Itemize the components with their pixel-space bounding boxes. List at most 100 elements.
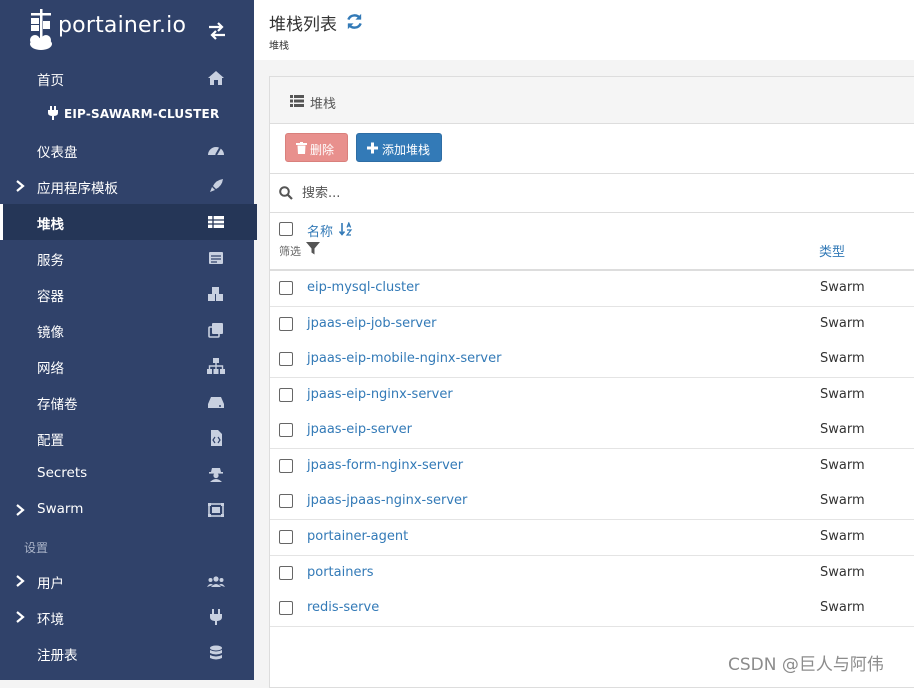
table-row: redis-serve Swarm (270, 591, 914, 627)
settings-section-label: 设置 (24, 541, 49, 555)
row-checkbox[interactable] (279, 281, 293, 295)
stack-name-link[interactable]: redis-serve (307, 600, 379, 615)
filter-label: 筛选 (279, 245, 301, 258)
chevron-right-icon (16, 180, 25, 192)
sidebar-item-label: 仪表盘 (37, 145, 78, 161)
watermark-text: CSDN @巨人与阿伟 (728, 655, 884, 675)
user-secret-icon (209, 468, 223, 482)
row-checkbox[interactable] (279, 459, 293, 473)
table-row: eip-mysql-cluster Swarm (270, 271, 914, 307)
stacks-panel: 堆栈 删除 添加堆栈 名称 筛选 类型 (269, 76, 914, 688)
sidebar-item-label: 容器 (37, 289, 64, 305)
stack-type: Swarm (820, 529, 865, 544)
table-row: jpaas-eip-job-server Swarm (270, 307, 914, 343)
stack-name-link[interactable]: jpaas-eip-job-server (307, 316, 436, 331)
exchange-icon[interactable] (207, 22, 227, 40)
sidebar-item-images[interactable]: 镜像 (0, 312, 254, 348)
sidebar-item-configs[interactable]: 配置 (0, 420, 254, 456)
row-checkbox[interactable] (279, 494, 293, 508)
sidebar-item-label: 注册表 (37, 648, 78, 664)
filter-icon[interactable] (306, 242, 320, 255)
sidebar-item-label: 应用程序模板 (37, 181, 118, 197)
sidebar-item-label: 镜像 (37, 325, 64, 341)
rocket-icon (210, 179, 223, 192)
sidebar-item-label: 配置 (37, 433, 64, 449)
sidebar-item-volumes[interactable]: 存储卷 (0, 384, 254, 420)
sidebar-item-label: Secrets (37, 465, 88, 481)
home-icon (208, 71, 224, 85)
row-checkbox[interactable] (279, 423, 293, 437)
row-checkbox[interactable] (279, 566, 293, 580)
stack-type: Swarm (820, 422, 865, 437)
table-row: jpaas-eip-mobile-nginx-server Swarm (270, 342, 914, 378)
cluster-label: EIP-SAWARM-CLUSTER (64, 107, 220, 121)
column-header-type[interactable]: 类型 (819, 241, 845, 260)
sidebar-item-label: 首页 (37, 73, 64, 89)
logo-text: portainer.io (58, 13, 187, 38)
sidebar-item-swarm[interactable]: Swarm (0, 492, 254, 528)
table-row: jpaas-jpaas-nginx-server Swarm (270, 484, 914, 520)
stack-name-link[interactable]: jpaas-form-nginx-server (307, 458, 463, 473)
dashboard-icon (208, 147, 224, 156)
stack-type: Swarm (820, 458, 865, 473)
search-input[interactable] (302, 183, 862, 203)
sidebar-item-containers[interactable]: 容器 (0, 276, 254, 312)
search-bar (270, 173, 914, 213)
stack-name-link[interactable]: portainers (307, 565, 374, 580)
page-header: 堆栈列表 堆栈 (254, 0, 914, 60)
chevron-right-icon (16, 504, 25, 516)
table-row: portainer-agent Swarm (270, 520, 914, 556)
sidebar-item-label: 环境 (37, 612, 64, 628)
add-stack-button-label: 添加堆栈 (382, 143, 431, 157)
chevron-right-icon (16, 575, 25, 587)
stack-name-link[interactable]: jpaas-eip-server (307, 422, 412, 437)
table-row: jpaas-eip-nginx-server Swarm (270, 378, 914, 414)
sidebar-item-label: 网络 (37, 361, 64, 377)
stack-name-link[interactable]: jpaas-eip-nginx-server (307, 387, 453, 402)
sidebar-item-home[interactable]: 首页 (0, 60, 254, 96)
plug-icon (48, 106, 58, 120)
panel-title: 堆栈 (310, 97, 337, 112)
portainer-logo-icon (30, 9, 52, 50)
table-row: jpaas-eip-server Swarm (270, 413, 914, 449)
row-checkbox[interactable] (279, 601, 293, 615)
stack-name-link[interactable]: jpaas-jpaas-nginx-server (307, 493, 467, 508)
sidebar-item-app-templates[interactable]: 应用程序模板 (0, 168, 254, 204)
sidebar-item-stacks[interactable]: 堆栈 (0, 204, 257, 240)
column-header-name[interactable]: 名称 (307, 221, 333, 240)
refresh-icon[interactable] (345, 12, 364, 31)
stack-type: Swarm (820, 600, 865, 615)
sidebar-item-registries[interactable]: 注册表 (0, 635, 254, 671)
add-stack-button[interactable]: 添加堆栈 (356, 133, 442, 162)
object-group-icon (208, 503, 224, 517)
stack-type: Swarm (820, 565, 865, 580)
sidebar-item-endpoints[interactable]: 环境 (0, 599, 254, 635)
delete-button[interactable]: 删除 (285, 133, 348, 162)
panel-header: 堆栈 (270, 77, 914, 124)
users-icon (207, 576, 225, 587)
list-icon (209, 252, 223, 264)
sidebar-item-secrets[interactable]: Secrets (0, 456, 254, 492)
sort-alpha-icon[interactable] (339, 222, 353, 236)
stack-name-link[interactable]: eip-mysql-cluster (307, 280, 419, 295)
select-all-checkbox[interactable] (279, 222, 293, 236)
logo-row: portainer.io (0, 0, 254, 60)
table-row: portainers Swarm (270, 556, 914, 592)
row-checkbox[interactable] (279, 530, 293, 544)
stack-type: Swarm (820, 493, 865, 508)
sidebar-item-users[interactable]: 用户 (0, 563, 254, 599)
row-checkbox[interactable] (279, 388, 293, 402)
table-header: 名称 筛选 类型 (270, 212, 914, 271)
database-icon (210, 645, 222, 660)
sidebar-item-dashboard[interactable]: 仪表盘 (0, 132, 254, 168)
stack-name-link[interactable]: portainer-agent (307, 529, 408, 544)
row-checkbox[interactable] (279, 317, 293, 331)
stack-name-link[interactable]: jpaas-eip-mobile-nginx-server (307, 351, 501, 366)
row-checkbox[interactable] (279, 352, 293, 366)
sidebar-item-label: 堆栈 (37, 217, 64, 233)
sidebar-item-networks[interactable]: 网络 (0, 348, 254, 384)
plus-icon (367, 142, 378, 154)
sidebar-item-services[interactable]: 服务 (0, 240, 254, 276)
sidebar-item-label: Swarm (37, 501, 84, 517)
file-code-icon (211, 430, 222, 446)
